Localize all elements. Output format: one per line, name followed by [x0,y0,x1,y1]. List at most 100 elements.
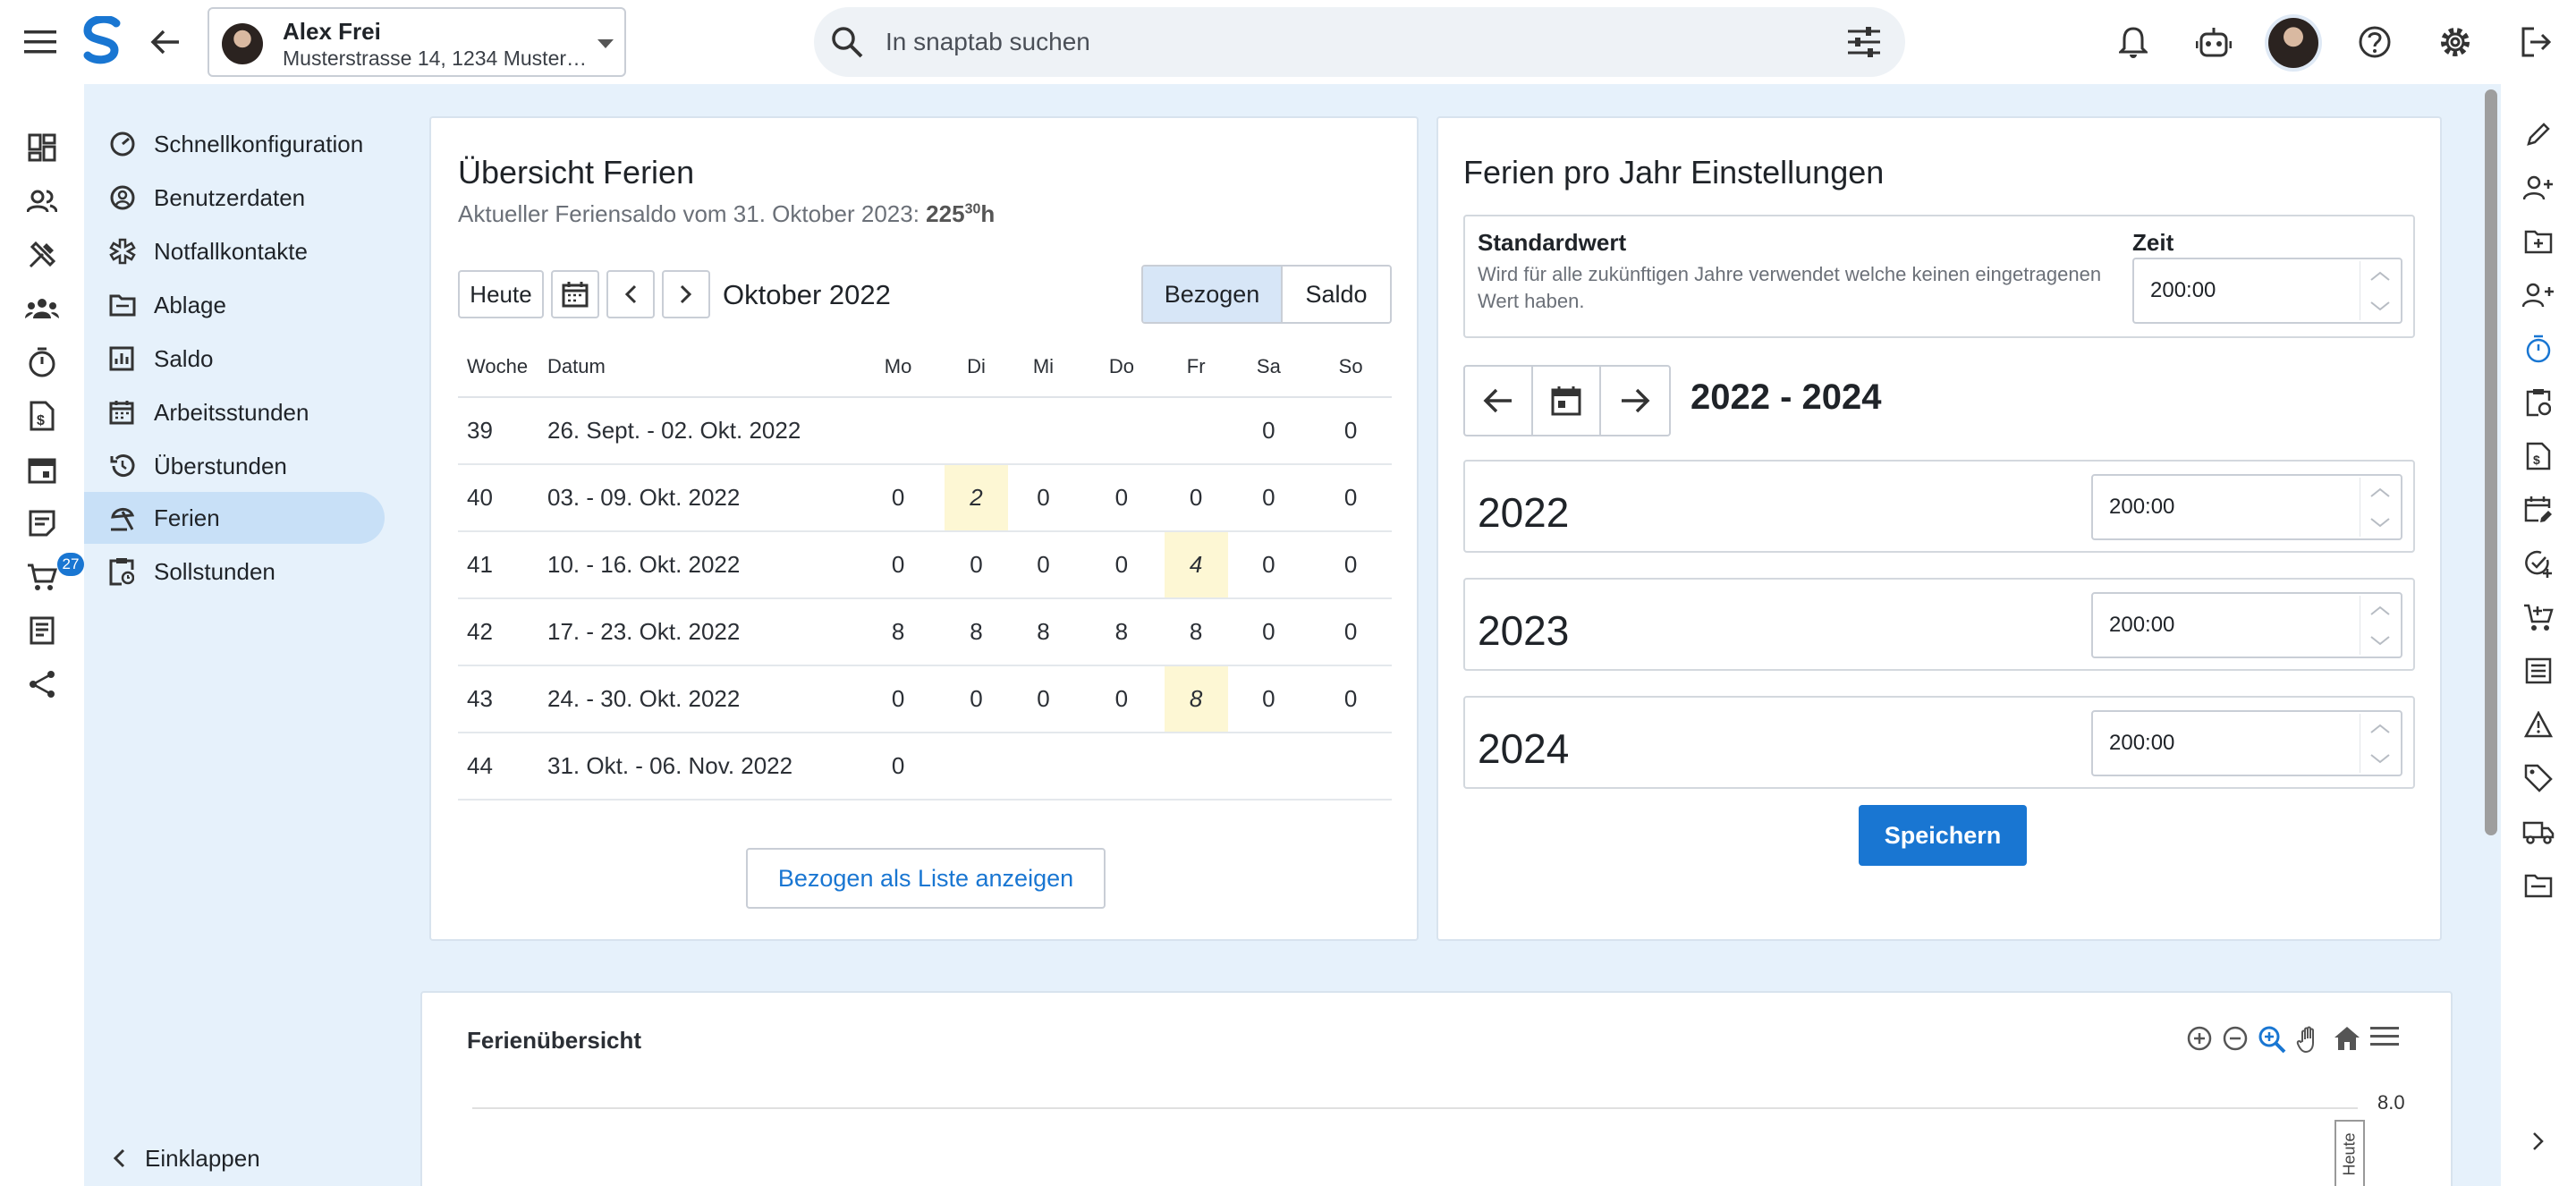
date-picker-button[interactable] [551,270,599,318]
next-range-button[interactable] [1601,367,1669,435]
rail-clipboard-clock[interactable] [2515,379,2562,426]
standard-value-input[interactable]: 200:00 [2132,258,2402,324]
magnifier-zoom-icon[interactable] [2258,1025,2286,1054]
toggle-bezogen[interactable]: Bezogen [1143,267,1283,322]
rail-cart-plus[interactable] [2515,594,2562,640]
stepper[interactable] [2360,596,2399,655]
rail-expand[interactable] [2515,1118,2562,1165]
collapse-button[interactable]: Einklappen [84,1132,260,1184]
day-cell[interactable]: 0 [852,665,945,733]
nav-item-sollstunden[interactable]: Sollstunden [84,546,385,597]
rail-calendar[interactable] [18,445,66,494]
rail-warning[interactable] [2515,701,2562,748]
day-cell[interactable]: 0 [1078,665,1165,733]
stepper[interactable] [2360,478,2399,537]
day-cell[interactable]: 0 [1309,665,1392,733]
help-button[interactable] [2351,18,2399,66]
chevron-down-icon[interactable] [2369,517,2391,528]
stepper[interactable] [2360,714,2399,773]
day-cell[interactable]: 0 [1227,531,1310,599]
snaptab-logo[interactable] [82,14,122,66]
notifications-button[interactable] [2109,18,2157,66]
day-cell[interactable]: 0 [852,531,945,599]
rail-timer[interactable] [18,338,66,386]
rail-list[interactable] [2515,648,2562,694]
menu-icon[interactable] [2370,1025,2399,1054]
day-cell[interactable]: 0 [1227,464,1310,532]
nav-item-ferien[interactable]: Ferien [84,492,385,544]
home-reset-icon[interactable] [2333,1025,2361,1054]
day-cell[interactable]: 8 [1007,598,1079,666]
nav-item-ueberstunden[interactable]: Überstunden [84,440,385,492]
day-cell[interactable]: 0 [1309,397,1392,465]
filter-sliders-icon[interactable] [1848,27,1880,57]
year-value-input[interactable]: 200:00 [2091,592,2402,658]
user-avatar-button[interactable] [2265,14,2322,72]
day-cell[interactable]: 0 [1227,397,1310,465]
zoom-out-icon[interactable] [2222,1025,2249,1054]
rail-invoice[interactable]: $ [2515,433,2562,479]
day-cell[interactable]: 0 [1309,531,1392,599]
day-cell[interactable]: 0 [852,464,945,532]
chevron-up-icon[interactable] [2369,724,2391,734]
previous-month-button[interactable] [606,270,655,318]
day-cell[interactable]: 8 [852,598,945,666]
rail-tools[interactable] [18,231,66,279]
chevron-down-icon[interactable] [2369,635,2391,646]
rail-folder[interactable] [2515,862,2562,909]
chevron-down-icon[interactable] [2369,753,2391,764]
nav-item-notfallkontakte[interactable]: Notfallkontakte [84,225,385,277]
profile-select[interactable]: Alex Frei Musterstrasse 14, 1234 Musterh… [208,7,626,77]
day-cell[interactable]: 0 [945,665,1008,733]
today-button[interactable]: Heute [458,270,544,318]
rail-add-team[interactable] [2515,272,2562,318]
hand-pan-icon[interactable] [2295,1025,2324,1054]
day-cell[interactable]: 0 [945,531,1008,599]
day-cell[interactable]: 0 [1007,531,1079,599]
nav-item-ablage[interactable]: Ablage [84,279,385,331]
day-cell[interactable]: 8 [1078,598,1165,666]
nav-item-schnellkonfiguration[interactable]: Schnellkonfiguration [84,118,385,170]
rail-edit[interactable] [2515,111,2562,157]
rail-team[interactable] [18,284,66,333]
day-cell[interactable]: 0 [1227,598,1310,666]
year-value-input[interactable]: 200:00 [2091,474,2402,540]
nav-item-arbeitsstunden[interactable]: Arbeitsstunden [84,386,385,438]
day-cell[interactable]: 0 [1007,464,1079,532]
rail-timer[interactable] [2515,326,2562,372]
nav-item-benutzerdaten[interactable]: Benutzerdaten [84,172,385,224]
save-button[interactable]: Speichern [1859,805,2027,866]
assistant-button[interactable] [2190,18,2238,66]
back-button[interactable] [141,18,190,66]
search-input[interactable] [886,7,1780,77]
rail-cart[interactable]: 27 [18,553,84,601]
zoom-in-icon[interactable] [2186,1025,2213,1054]
rail-add-user[interactable] [2515,165,2562,211]
show-as-list-button[interactable]: Bezogen als Liste anzeigen [746,848,1106,909]
stepper[interactable] [2360,261,2399,320]
previous-range-button[interactable] [1465,367,1533,435]
day-cell[interactable]: 0 [852,733,945,801]
rail-delivery[interactable] [2515,809,2562,855]
rail-calendar-edit[interactable] [2515,487,2562,533]
day-cell[interactable]: 0 [1007,665,1079,733]
year-value-input[interactable]: 200:00 [2091,710,2402,776]
rail-add-folder[interactable] [2515,218,2562,265]
range-picker-button[interactable] [1533,367,1601,435]
day-cell[interactable]: 2 [945,464,1008,532]
chevron-up-icon[interactable] [2369,271,2391,282]
day-cell[interactable]: 8 [1164,665,1228,733]
settings-button[interactable] [2431,18,2479,66]
day-cell[interactable]: 0 [1078,531,1165,599]
rail-ledger[interactable] [18,606,66,655]
day-cell[interactable]: 0 [1309,464,1392,532]
next-month-button[interactable] [662,270,710,318]
menu-button[interactable] [16,18,64,66]
rail-users[interactable] [18,177,66,225]
day-cell[interactable]: 4 [1164,531,1228,599]
nav-item-saldo[interactable]: Saldo [84,333,385,385]
day-cell[interactable]: 0 [1227,665,1310,733]
search-icon[interactable] [830,25,864,59]
day-cell[interactable]: 8 [945,598,1008,666]
rail-check-plus[interactable] [2515,540,2562,587]
